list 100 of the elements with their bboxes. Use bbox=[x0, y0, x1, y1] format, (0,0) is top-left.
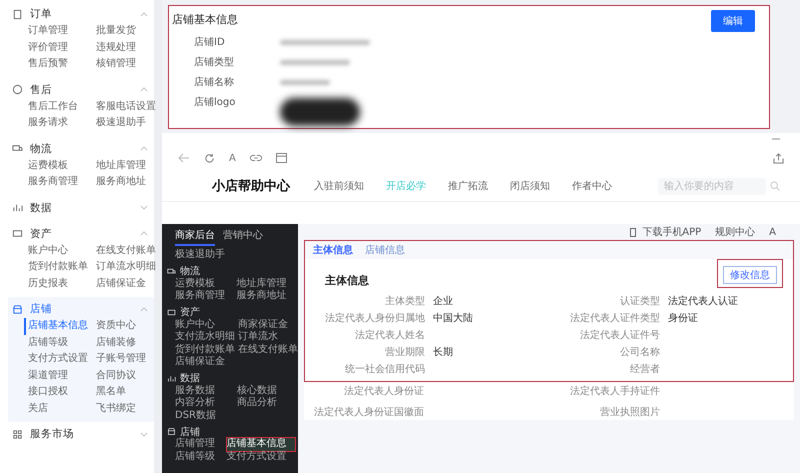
sidebar-item[interactable]: 店铺装修 bbox=[96, 334, 162, 351]
sidebar-tab[interactable]: 商家后台 bbox=[175, 228, 215, 246]
edit-button[interactable]: 编辑 bbox=[711, 10, 755, 32]
menu-section-title[interactable]: 服务市场 bbox=[30, 427, 74, 441]
grid-icon bbox=[12, 428, 23, 440]
menu-section-title[interactable]: 数据 bbox=[30, 200, 52, 214]
sidebar-item[interactable]: 售后工作台 bbox=[28, 98, 94, 115]
sidebar-item[interactable]: 运费模板 bbox=[175, 278, 234, 290]
sidebar-item[interactable]: 店铺管理 bbox=[175, 438, 224, 450]
clipboard-icon bbox=[12, 8, 23, 20]
sidebar-item[interactable]: 客服电话设置 bbox=[96, 98, 162, 115]
menu-section-title[interactable]: 资产 bbox=[180, 305, 200, 319]
window-icon[interactable] bbox=[276, 153, 287, 163]
sidebar-item[interactable]: 店铺基本信息 bbox=[226, 438, 295, 450]
sidebar-item[interactable]: 黑名单 bbox=[96, 384, 162, 400]
menu-section-title[interactable]: 店铺 bbox=[30, 302, 52, 316]
nav-tab[interactable]: 闭店须知 bbox=[510, 179, 550, 193]
menu-section-title[interactable]: 店铺 bbox=[180, 424, 200, 438]
sidebar-item[interactable]: 在线支付账单 bbox=[238, 344, 298, 356]
sidebar-item[interactable]: 极速退助手 bbox=[96, 115, 162, 132]
sidebar-item[interactable]: 服务商地址 bbox=[236, 290, 295, 302]
header-link[interactable]: 下载手机APP bbox=[642, 225, 702, 239]
caret-icon[interactable] bbox=[140, 205, 148, 210]
sidebar-item[interactable]: 内容分析 bbox=[175, 397, 234, 410]
sidebar-item[interactable]: 商家保证金 bbox=[238, 318, 298, 331]
content-tab[interactable]: 店铺信息 bbox=[365, 243, 405, 257]
caret-icon[interactable] bbox=[140, 432, 148, 436]
sidebar-item[interactable]: 支付方式设置 bbox=[28, 351, 94, 368]
sidebar-item[interactable]: 服务商管理 bbox=[175, 290, 234, 302]
field-label: 营业期限 bbox=[384, 346, 425, 358]
sidebar-item[interactable]: 服务数据 bbox=[175, 384, 234, 397]
sidebar-item[interactable]: 核心数据 bbox=[237, 384, 295, 397]
sidebar-item[interactable]: 运费模板 bbox=[28, 158, 94, 174]
menu-section-title[interactable]: 物流 bbox=[180, 264, 200, 278]
sidebar-item[interactable]: 账户中心 bbox=[175, 318, 235, 331]
sidebar-item[interactable]: 关店 bbox=[28, 400, 94, 417]
sidebar-item[interactable]: 支付流水明细 bbox=[175, 331, 235, 344]
menu-section-title[interactable]: 资产 bbox=[30, 226, 52, 240]
sidebar-item[interactable]: 子账号管理 bbox=[96, 351, 162, 368]
sidebar-item[interactable]: 地址库管理 bbox=[236, 278, 295, 290]
sidebar-item[interactable]: 评价管理 bbox=[28, 40, 94, 56]
sidebar-item[interactable]: 货到付款账单 bbox=[175, 344, 235, 356]
sidebar-item[interactable]: 店铺保证金 bbox=[96, 276, 162, 292]
caret-icon[interactable] bbox=[140, 87, 148, 92]
sidebar-item[interactable]: 店铺等级 bbox=[175, 450, 224, 463]
back-arrow-icon[interactable] bbox=[178, 153, 190, 163]
caret-icon[interactable] bbox=[140, 306, 148, 312]
sidebar-item[interactable]: 订单流水 bbox=[238, 331, 298, 344]
minimize-icon[interactable] bbox=[772, 138, 780, 140]
sidebar-item[interactable]: 服务商管理 bbox=[28, 174, 94, 190]
link-icon[interactable] bbox=[250, 154, 262, 162]
field-label: 法定代表人身份证国徽面 bbox=[313, 406, 424, 418]
sidebar-item[interactable]: 合同协议 bbox=[96, 368, 162, 384]
sidebar-item[interactable]: 店铺等级 bbox=[28, 334, 94, 351]
sidebar-item[interactable]: 在线支付账单 bbox=[96, 242, 162, 259]
blurred-value bbox=[280, 80, 330, 84]
sidebar-item[interactable]: 接口授权 bbox=[28, 384, 94, 400]
refresh-icon[interactable] bbox=[204, 152, 215, 164]
sidebar-item[interactable]: 账户中心 bbox=[28, 242, 94, 259]
sidebar-item[interactable]: 批量发货 bbox=[96, 23, 162, 40]
sidebar-item[interactable]: 渠道管理 bbox=[28, 368, 94, 384]
sidebar-item[interactable]: 飞书绑定 bbox=[96, 400, 162, 417]
sidebar-item[interactable]: 资质中心 bbox=[96, 318, 162, 334]
nav-tab[interactable]: 作者中心 bbox=[572, 179, 612, 193]
sidebar-item[interactable]: 订单流水明细 bbox=[96, 259, 162, 276]
search-icon[interactable] bbox=[770, 181, 780, 191]
sidebar-item[interactable]: 历史报表 bbox=[28, 276, 94, 292]
sidebar-item[interactable]: 地址库管理 bbox=[96, 158, 162, 174]
sidebar-item[interactable]: 货到付款账单 bbox=[28, 259, 94, 276]
sidebar-item[interactable]: 支付方式设置 bbox=[226, 450, 295, 463]
share-icon[interactable] bbox=[773, 152, 784, 164]
sidebar-item[interactable]: DSR数据 bbox=[175, 410, 234, 422]
menu-section-title[interactable]: 订单 bbox=[30, 7, 52, 21]
sidebar-item[interactable]: 店铺保证金 bbox=[175, 356, 235, 368]
sidebar-item[interactable]: 服务请求 bbox=[28, 115, 94, 132]
sidebar-tab[interactable]: 营销中心 bbox=[223, 228, 263, 246]
field-label: 主体类型 bbox=[384, 294, 425, 308]
truck-icon bbox=[12, 143, 23, 154]
menu-section-title[interactable]: 数据 bbox=[180, 371, 200, 385]
menu-section-title[interactable]: 售后 bbox=[30, 82, 52, 96]
sidebar-item[interactable]: 商品分析 bbox=[237, 397, 295, 410]
caret-icon[interactable] bbox=[140, 146, 148, 151]
caret-icon[interactable] bbox=[140, 231, 148, 236]
modify-info-button[interactable]: 修改信息 bbox=[723, 266, 777, 284]
menu-section-title[interactable]: 物流 bbox=[30, 142, 52, 156]
sidebar-item[interactable]: 核销管理 bbox=[96, 56, 162, 72]
content-tab[interactable]: 主体信息 bbox=[313, 243, 353, 257]
header-link[interactable]: 规则中心 bbox=[715, 225, 756, 239]
reader-mode-button[interactable]: A bbox=[229, 152, 236, 164]
sidebar-item[interactable]: 店铺基本信息 bbox=[24, 318, 94, 334]
search-field[interactable]: 输入你要的内容 bbox=[658, 178, 766, 194]
caret-icon[interactable] bbox=[140, 12, 148, 16]
sidebar-item[interactable]: 售后预警 bbox=[28, 56, 94, 72]
header-link[interactable]: A bbox=[769, 226, 776, 238]
sidebar-item[interactable]: 极速退助手 bbox=[167, 249, 295, 262]
nav-tab[interactable]: 推广拓流 bbox=[448, 179, 488, 193]
sidebar-item[interactable]: 违规处理 bbox=[96, 40, 162, 56]
sidebar-item[interactable]: 服务商地址 bbox=[96, 174, 162, 190]
nav-tab[interactable]: 入驻前须知 bbox=[314, 179, 364, 193]
sidebar-item[interactable]: 订单管理 bbox=[28, 23, 94, 40]
